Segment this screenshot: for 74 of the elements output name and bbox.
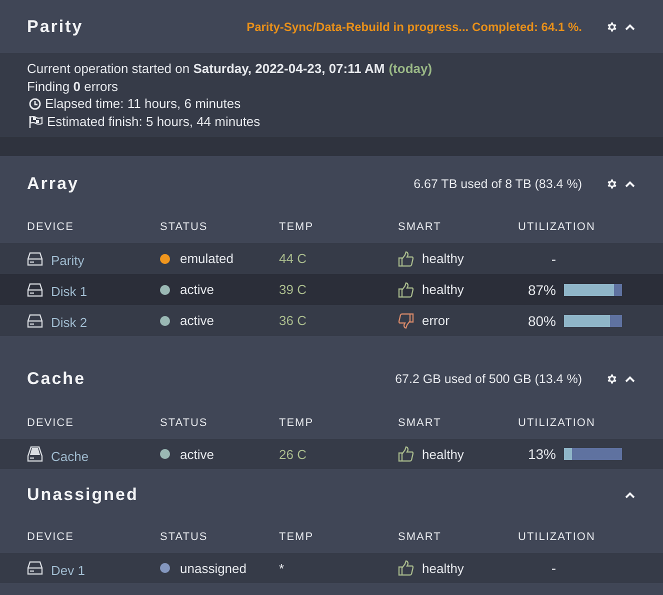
hard-drive-icon — [27, 314, 43, 328]
column-header: SMART — [398, 531, 442, 543]
column-header: TEMP — [279, 417, 315, 429]
column-header: TEMP — [279, 531, 315, 543]
utilization-value: 80% — [526, 312, 556, 328]
usage-summary: 6.67 TB used of 8 TB (83.4 %) — [414, 176, 582, 190]
device-row[interactable]: Cache active 26 C healthy 13% — [0, 439, 663, 469]
operation-start: Current operation started on Saturday, 2022-04-23, 07:11 AM — [27, 61, 385, 78]
temperature: 39 C — [279, 282, 306, 297]
drive-icon — [27, 446, 43, 462]
status-text: active — [180, 446, 214, 462]
column-header: STATUS — [160, 531, 209, 543]
settings-icon[interactable] — [606, 373, 618, 385]
time-detail: Elapsed time: 11 hours, 6 minutes — [45, 96, 241, 112]
section-title: Parity — [27, 16, 84, 36]
usage-summary: 67.2 GB used of 500 GB (13.4 %) — [395, 372, 582, 386]
temperature: * — [279, 560, 284, 576]
status-text: unassigned — [180, 560, 246, 576]
column-header: UTILIZATION — [518, 531, 596, 543]
utilization-value: - — [550, 250, 556, 266]
smart-status: healthy — [422, 251, 464, 266]
column-header: UTILIZATION — [518, 221, 596, 233]
utilization-value: 87% — [526, 282, 556, 298]
column-header: DEVICE — [27, 221, 75, 233]
column-header: UTILIZATION — [518, 417, 596, 429]
thumbs-up-icon — [398, 282, 414, 298]
hard-drive-icon — [27, 252, 43, 266]
thumbs-down-icon — [398, 312, 414, 328]
status-text: active — [180, 282, 214, 297]
column-header: SMART — [398, 417, 442, 429]
device-link[interactable]: Disk 1 — [51, 284, 88, 299]
column-header: TEMP — [279, 221, 315, 233]
smart-status: healthy — [422, 282, 464, 297]
device-link[interactable]: Disk 2 — [51, 315, 88, 330]
smart-status: healthy — [422, 560, 464, 576]
temperature: 26 C — [279, 446, 306, 462]
column-header: STATUS — [160, 221, 209, 233]
column-header: SMART — [398, 221, 442, 233]
thumbs-up-icon — [398, 446, 414, 462]
today-note: (today) — [388, 61, 432, 78]
column-header: DEVICE — [27, 417, 75, 429]
smart-status: error — [422, 313, 450, 328]
settings-icon[interactable] — [606, 20, 618, 32]
hard-drive-icon — [27, 282, 43, 296]
settings-icon[interactable] — [606, 178, 618, 190]
utilization-bar — [564, 314, 622, 326]
smart-status: healthy — [422, 446, 464, 462]
device-link[interactable]: Parity — [51, 253, 84, 268]
thumbs-up-icon — [398, 560, 414, 576]
device-row[interactable]: Disk 2 active 36 C error 80% — [0, 305, 663, 336]
time-detail: Estimated finish: 5 hours, 44 minutes — [47, 114, 260, 130]
status-text: active — [180, 313, 214, 328]
error-count: Finding 0 errors — [27, 78, 118, 95]
device-row[interactable]: Disk 1 active 39 C healthy 87% — [0, 274, 663, 305]
utilization-value: 13% — [526, 446, 556, 462]
clock-icon — [29, 98, 41, 110]
hard-drive-icon — [27, 561, 43, 575]
checkered-flag-icon — [29, 116, 43, 128]
thumbs-up-icon — [398, 250, 414, 266]
section-title: Unassigned — [27, 485, 138, 505]
section-title: Array — [27, 174, 79, 194]
section-title: Cache — [27, 369, 86, 389]
column-header: STATUS — [160, 417, 209, 429]
temperature: 36 C — [279, 313, 306, 328]
device-row[interactable]: Parity emulated 44 C healthy - — [0, 243, 663, 274]
status-text: emulated — [180, 251, 234, 266]
utilization-bar — [564, 448, 622, 460]
utilization-value: - — [550, 560, 556, 576]
device-link[interactable]: Dev 1 — [51, 562, 85, 578]
temperature: 44 C — [279, 251, 306, 266]
device-link[interactable]: Cache — [51, 448, 89, 464]
utilization-bar — [564, 284, 622, 296]
device-row[interactable]: Dev 1 unassigned * healthy - — [0, 553, 663, 583]
column-header: DEVICE — [27, 531, 75, 543]
